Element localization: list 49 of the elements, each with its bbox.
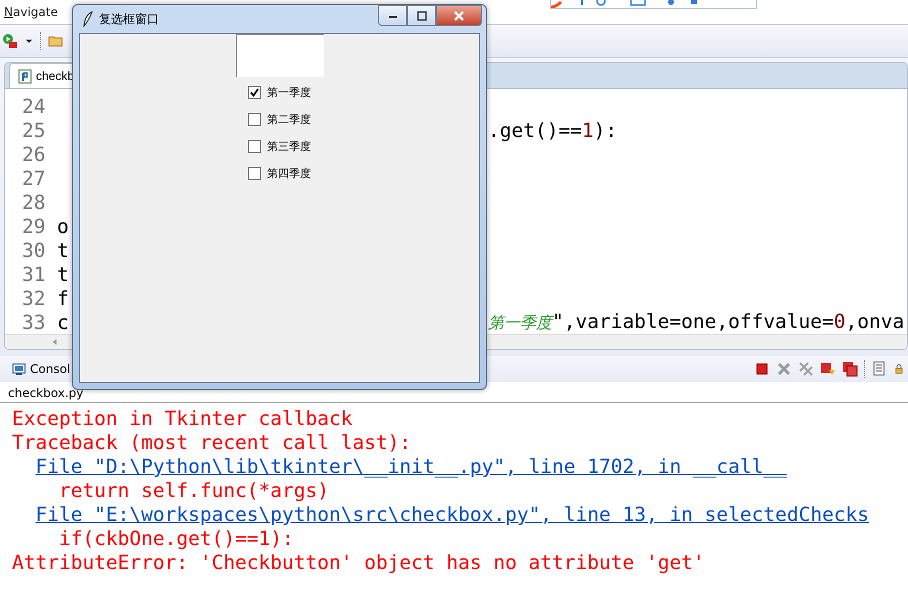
- code-text: c: [57, 310, 69, 334]
- console-tab[interactable]: Consol: [0, 362, 70, 376]
- menu-item[interactable]: Navigate: [4, 5, 58, 19]
- line-number: 28: [22, 190, 46, 214]
- close-button[interactable]: [436, 5, 482, 26]
- checkbox[interactable]: [248, 166, 261, 180]
- code-text: t: [57, 238, 69, 262]
- checkbox-label[interactable]: 第四季度: [267, 166, 311, 180]
- run-icon[interactable]: [2, 33, 18, 49]
- line-number: 30: [22, 238, 46, 262]
- feather-icon: [83, 11, 93, 27]
- error-text: Traceback (most recent call last):: [12, 431, 412, 454]
- maximize-icon: [416, 10, 426, 20]
- line-number: 25: [22, 118, 46, 142]
- close-icon[interactable]: [776, 361, 792, 377]
- line-number: 31: [22, 262, 46, 286]
- checkbox[interactable]: [248, 140, 261, 152]
- line-number: 26: [22, 142, 46, 166]
- code-text: t: [57, 262, 69, 286]
- code-text: 第一季度",variable=one,offvalue=0,onva: [488, 310, 904, 334]
- checkbox-label[interactable]: 第一季度: [267, 84, 311, 100]
- console-icon: [12, 362, 26, 376]
- stop-icon[interactable]: [754, 361, 770, 377]
- line-number: 29: [22, 214, 46, 238]
- code-text: f: [57, 286, 69, 310]
- python-file-icon: [18, 68, 32, 84]
- checkbox-label[interactable]: 第三季度: [267, 138, 311, 154]
- maximize-button[interactable]: [407, 5, 436, 26]
- checkbox-label[interactable]: 第二季度: [267, 112, 311, 126]
- line-number: 24: [22, 94, 46, 118]
- line-number: 27: [22, 166, 46, 190]
- error-text: if(ckbOne.get()==1):: [58, 527, 294, 550]
- check-icon: [250, 88, 259, 96]
- close-icon: [453, 10, 465, 20]
- line-number: 33: [22, 310, 46, 334]
- code-text: o: [57, 214, 69, 238]
- error-text: Exception in Tkinter callback: [12, 407, 352, 430]
- file-link[interactable]: File "E:\workspaces\python\src\checkbox.py", line 13, in selectedChecks: [35, 503, 870, 526]
- code-text: .get()==1):: [488, 118, 618, 142]
- error-text: return self.func(*args): [58, 479, 329, 502]
- console-arrow-icon[interactable]: [820, 361, 836, 377]
- console-stack-icon[interactable]: [842, 361, 858, 377]
- file-link[interactable]: File "D:\Python\lib\tkinter\__init__.py", line 1702, in __call__: [35, 455, 787, 478]
- line-number: 32: [22, 286, 46, 310]
- minimize-button[interactable]: [378, 5, 407, 26]
- checkbox[interactable]: [248, 86, 261, 98]
- error-text: AttributeError: 'Checkbutton' object has no attribute 'get': [12, 551, 705, 574]
- window-title: 复选框窗口: [99, 10, 159, 28]
- checkbox[interactable]: [248, 112, 261, 126]
